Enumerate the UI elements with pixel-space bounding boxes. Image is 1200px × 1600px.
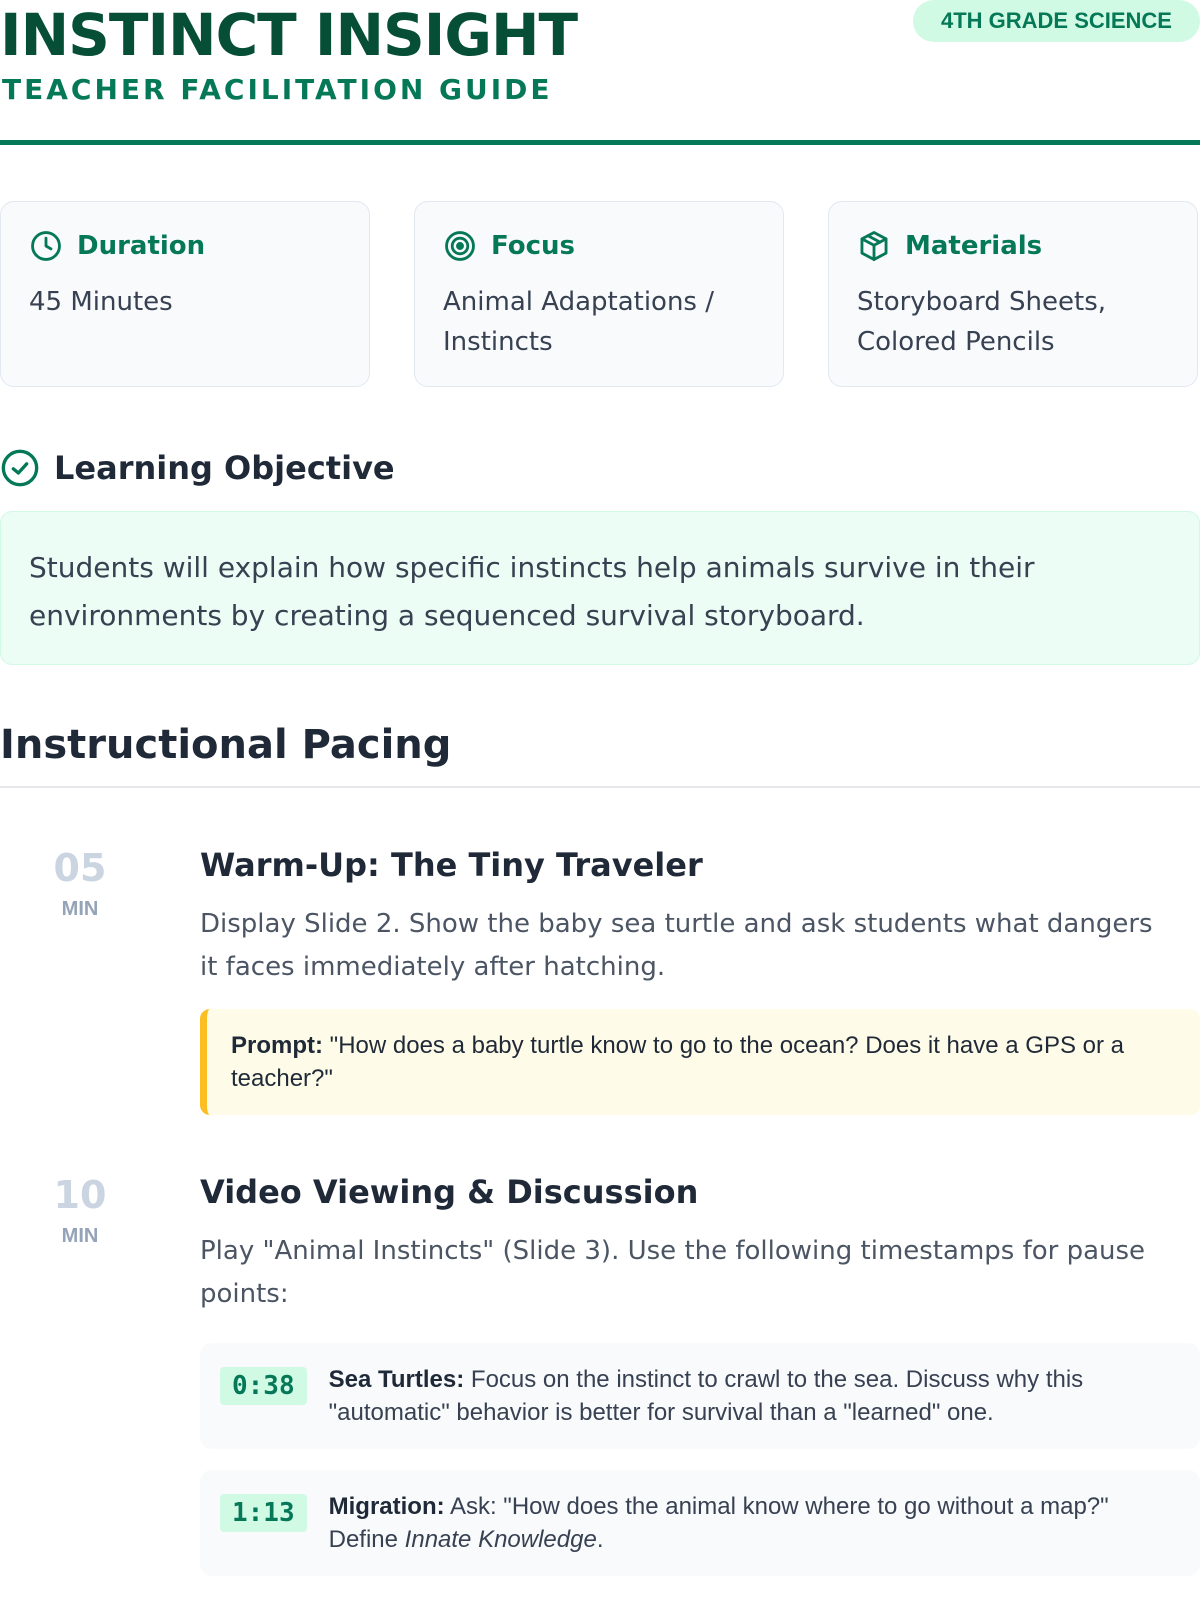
step-unit: MIN (61, 898, 99, 920)
timestamp-label: Sea Turtles: (328, 1366, 465, 1393)
timestamp-text: Migration: Ask: "How does the animal kno… (329, 1490, 1180, 1556)
box-icon (857, 229, 891, 263)
step-unit: MIN (61, 1225, 99, 1247)
header-divider (0, 140, 1200, 145)
materials-value: Storyboard Sheets, Colored Pencils (857, 287, 1107, 357)
timestamp-code: 1:13 (220, 1494, 307, 1532)
pacing-title: Instructional Pacing (0, 722, 452, 768)
focus-title: Focus (491, 231, 575, 261)
duration-card: Duration 45 Minutes (0, 201, 370, 387)
prompt-label: Prompt: (231, 1032, 323, 1059)
pacing-divider (0, 786, 1200, 788)
step-minutes: 10 (53, 1173, 107, 1217)
page-subtitle: TEACHER FACILITATION GUIDE (2, 73, 553, 106)
timestamp-text: Sea Turtles: Focus on the instinct to cr… (329, 1363, 1180, 1429)
objective-title: Learning Objective (54, 449, 395, 487)
prompt-callout: Prompt: "How does a baby turtle know to … (200, 1009, 1200, 1115)
step-title: Video Viewing & Discussion (200, 1173, 699, 1211)
duration-title: Duration (77, 231, 206, 261)
step-description: Display Slide 2. Show the baby sea turtl… (200, 909, 1153, 982)
objective-box: Students will explain how specific insti… (0, 511, 1200, 665)
prompt-text: "How does a baby turtle know to go to th… (231, 1032, 1124, 1092)
page-header: INSTINCT INSIGHT TEACHER FACILITATION GU… (0, 0, 1200, 146)
timestamp-suffix: . (596, 1526, 604, 1553)
timestamp-item: 0:38 Sea Turtles: Focus on the instinct … (200, 1343, 1200, 1449)
timestamp-item: 1:13 Migration: Ask: "How does the anima… (200, 1470, 1200, 1576)
focus-value: Animal Adaptations / Instincts (443, 287, 715, 357)
step-description: Play "Animal Instincts" (Slide 3). Use t… (200, 1236, 1146, 1309)
timestamp-label: Migration: (328, 1493, 445, 1520)
objective-header: Learning Objective (0, 448, 395, 488)
materials-card: Materials Storyboard Sheets, Colored Pen… (828, 201, 1198, 387)
step-minutes: 05 (53, 846, 107, 890)
target-icon (443, 229, 477, 263)
step-title: Warm-Up: The Tiny Traveler (200, 846, 703, 884)
materials-title: Materials (905, 231, 1043, 261)
page-title: INSTINCT INSIGHT (0, 1, 578, 69)
clock-icon (29, 229, 63, 263)
objective-text: Students will explain how specific insti… (29, 551, 1035, 632)
timestamp-term: Innate Knowledge (404, 1526, 597, 1553)
grade-badge: 4TH GRADE SCIENCE (912, 0, 1200, 42)
focus-card: Focus Animal Adaptations / Instincts (414, 201, 784, 387)
check-circle-icon (0, 448, 40, 488)
duration-value: 45 Minutes (29, 287, 173, 317)
timestamp-code: 0:38 (220, 1367, 307, 1405)
